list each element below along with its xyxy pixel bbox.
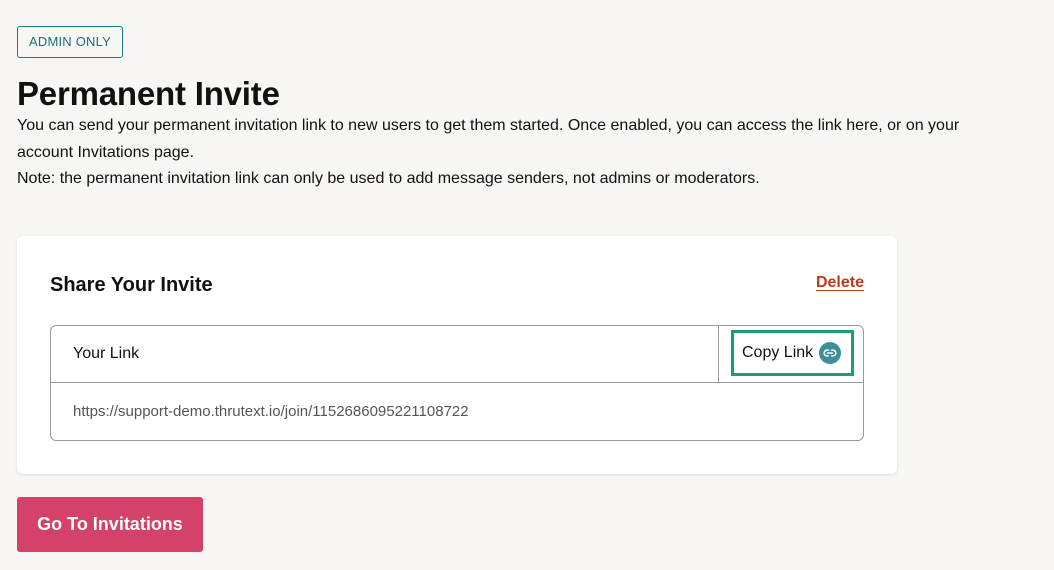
your-link-label: Your Link (73, 345, 140, 362)
go-to-invitations-button[interactable]: Go To Invitations (17, 497, 203, 552)
page-title: Permanent Invite (17, 75, 280, 112)
description-text: You can send your permanent invitation l… (17, 117, 960, 161)
delete-link[interactable]: Delete (816, 274, 864, 292)
card-title: Share Your Invite (50, 274, 213, 296)
copy-link-button[interactable]: Copy Link (731, 330, 854, 376)
invite-url: https://support-demo.thrutext.io/join/11… (73, 403, 469, 420)
link-box-header: Your Link Copy Link (51, 326, 863, 383)
invite-link-box: Your Link Copy Link https://support-demo… (50, 325, 864, 441)
page-description: You can send your permanent invitation l… (17, 113, 1017, 193)
copy-link-cell: Copy Link (718, 326, 863, 382)
description-note: Note: the permanent invitation link can … (17, 170, 760, 187)
invite-page: ADMIN ONLY Permanent Invite You can send… (0, 0, 1054, 570)
copy-link-label: Copy Link (742, 344, 814, 361)
link-icon (819, 342, 842, 364)
share-invite-card: Share Your Invite Delete Your Link Copy … (17, 236, 897, 474)
admin-only-badge: ADMIN ONLY (17, 26, 123, 58)
